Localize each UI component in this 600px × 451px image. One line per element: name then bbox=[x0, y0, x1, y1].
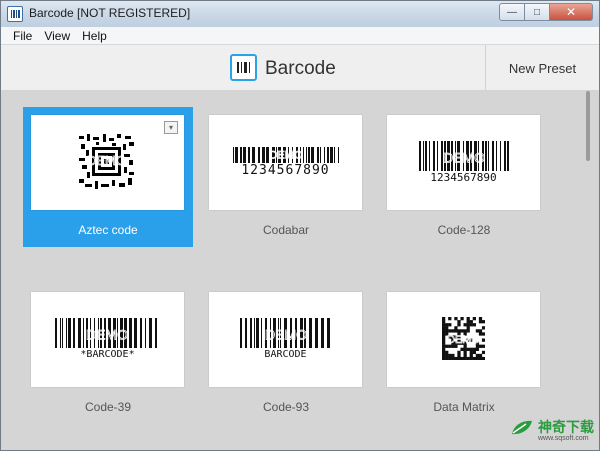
data-matrix-barcode-image: DEMO bbox=[442, 317, 485, 360]
preset-gallery: DEMO ▾ Aztec code DEMO 1234567890 Codaba… bbox=[1, 91, 599, 450]
preset-tile-code-93[interactable]: DEMO BARCODE Code-93 bbox=[201, 284, 371, 424]
menu-bar: File View Help bbox=[1, 27, 599, 45]
demo-watermark: DEMO bbox=[265, 327, 307, 343]
preset-tile-aztec[interactable]: DEMO ▾ Aztec code bbox=[23, 107, 193, 247]
codabar-barcode-image: DEMO bbox=[233, 147, 339, 163]
code-128-barcode-image: DEMO bbox=[419, 141, 509, 171]
scroll-thumb[interactable] bbox=[586, 91, 590, 161]
page-title: Barcode bbox=[265, 58, 336, 79]
app-header: Barcode New Preset bbox=[1, 45, 599, 91]
preset-preview: DEMO 1234567890 bbox=[209, 115, 362, 210]
minimize-button[interactable]: — bbox=[499, 3, 525, 21]
barcode-text: 1234567890 bbox=[430, 171, 497, 184]
preset-label: Code-39 bbox=[84, 400, 132, 414]
maximize-button[interactable]: □ bbox=[525, 3, 550, 21]
preset-preview: DEMO ▾ bbox=[31, 115, 184, 210]
preset-preview: DEMO bbox=[387, 292, 540, 387]
window-controls: — □ ✕ bbox=[499, 3, 593, 21]
preset-label: Code-93 bbox=[262, 400, 310, 414]
menu-file[interactable]: File bbox=[7, 29, 38, 43]
watermark-url: www.sqsoft.com bbox=[538, 435, 589, 442]
preset-preview: DEMO 1234567890 bbox=[387, 115, 540, 210]
demo-watermark: DEMO bbox=[269, 150, 303, 162]
leaf-logo-icon bbox=[512, 420, 532, 435]
vertical-scrollbar[interactable] bbox=[586, 91, 592, 450]
preset-label: Codabar bbox=[262, 223, 310, 237]
barcode-logo-icon bbox=[230, 54, 257, 81]
barcode-text: *BARCODE* bbox=[80, 349, 135, 360]
window-title: Barcode [NOT REGISTERED] bbox=[29, 6, 191, 20]
demo-watermark: DEMO bbox=[443, 150, 485, 166]
preset-tile-code-128[interactable]: DEMO 1234567890 Code-128 bbox=[379, 107, 549, 247]
new-preset-button[interactable]: New Preset bbox=[486, 45, 599, 91]
aztec-barcode-image: DEMO bbox=[79, 134, 134, 189]
close-button[interactable]: ✕ bbox=[550, 3, 593, 21]
preset-tile-code-39[interactable]: DEMO *BARCODE* Code-39 bbox=[23, 284, 193, 424]
barcode-app-icon bbox=[7, 6, 23, 22]
preset-label: Aztec code bbox=[78, 223, 138, 237]
barcode-text: BARCODE bbox=[264, 349, 307, 360]
demo-watermark: DEMO bbox=[86, 327, 128, 343]
site-watermark: 神奇下载 www.sqsoft.com bbox=[506, 413, 598, 447]
preset-preview: DEMO BARCODE bbox=[209, 292, 362, 387]
code-93-barcode-image: DEMO bbox=[240, 318, 330, 348]
menu-view[interactable]: View bbox=[38, 29, 76, 43]
barcode-text: 1234567890 bbox=[241, 163, 330, 178]
code-39-barcode-image: DEMO bbox=[55, 318, 157, 348]
menu-help[interactable]: Help bbox=[76, 29, 113, 43]
preset-tile-data-matrix[interactable]: DEMO Data Matrix bbox=[379, 284, 549, 424]
title-bar[interactable]: Barcode [NOT REGISTERED] — □ ✕ bbox=[1, 1, 599, 27]
preset-tile-codabar[interactable]: DEMO 1234567890 Codabar bbox=[201, 107, 371, 247]
preset-label: Data Matrix bbox=[433, 400, 495, 414]
preset-label: Code-128 bbox=[437, 223, 491, 237]
demo-watermark: DEMO bbox=[87, 153, 126, 168]
preset-preview: DEMO *BARCODE* bbox=[31, 292, 184, 387]
app-window: Barcode [NOT REGISTERED] — □ ✕ File View… bbox=[0, 0, 600, 451]
watermark-text: 神奇下载 bbox=[538, 419, 594, 435]
preset-options-dropdown[interactable]: ▾ bbox=[164, 121, 178, 134]
demo-watermark: DEMO bbox=[447, 334, 480, 346]
